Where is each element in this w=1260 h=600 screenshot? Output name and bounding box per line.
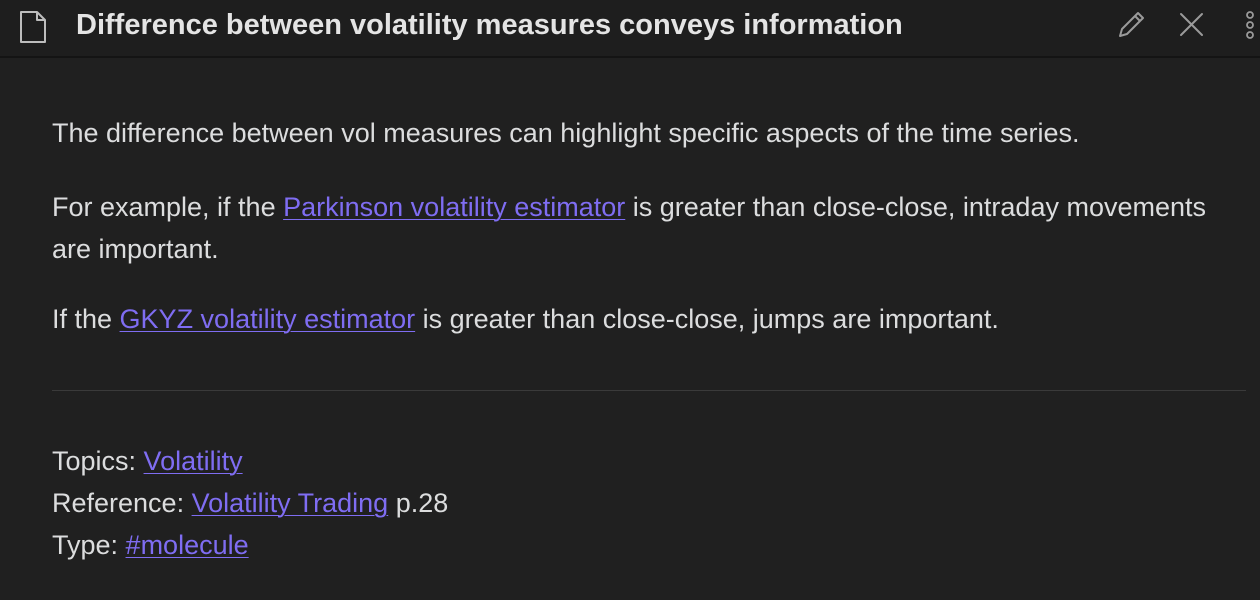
- note-title: Difference between volatility measures c…: [76, 9, 903, 41]
- type-label: Type:: [52, 530, 126, 560]
- document-icon: [20, 11, 46, 43]
- link-volatility-trading[interactable]: Volatility Trading: [192, 488, 389, 518]
- paragraph-2-text-before: For example, if the: [52, 192, 284, 222]
- reference-label: Reference:: [52, 488, 192, 518]
- paragraph-1: The difference between vol measures can …: [52, 118, 1080, 148]
- topics-row: Topics: Volatility: [52, 440, 448, 482]
- reference-page: p.28: [388, 488, 449, 518]
- link-parkinson-volatility-estimator[interactable]: Parkinson volatility estimator: [283, 192, 625, 222]
- pencil-icon[interactable]: [1114, 8, 1148, 42]
- topics-label: Topics:: [52, 446, 144, 476]
- close-icon[interactable]: [1174, 8, 1208, 42]
- reference-row: Reference: Volatility Trading p.28: [52, 482, 448, 524]
- horizontal-divider: [52, 390, 1246, 391]
- tag-molecule[interactable]: #molecule: [126, 530, 249, 560]
- paragraph-3-text-before: If the: [52, 304, 120, 334]
- link-gkyz-volatility-estimator[interactable]: GKYZ volatility estimator: [120, 304, 416, 334]
- paragraph-2: For example, if the Parkinson volatility…: [52, 186, 1247, 270]
- paragraph-3: If the GKYZ volatility estimator is grea…: [52, 298, 999, 340]
- link-volatility[interactable]: Volatility: [144, 446, 243, 476]
- paragraph-3-text-after: is greater than close-close, jumps are i…: [415, 304, 999, 334]
- note-metadata: Topics: Volatility Reference: Volatility…: [52, 440, 448, 566]
- more-vertical-icon[interactable]: [1240, 8, 1260, 42]
- note-header: Difference between volatility measures c…: [0, 0, 1260, 58]
- type-row: Type: #molecule: [52, 524, 448, 566]
